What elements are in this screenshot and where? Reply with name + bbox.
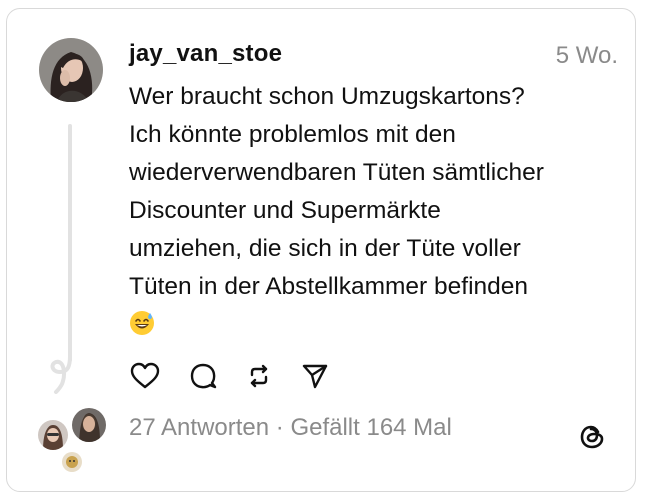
stats-separator: · [269,414,291,441]
post-stats: 27 Antworten · Gefällt 164 Mal [129,414,452,442]
post-text-line: Discounter und Supermärkte [129,197,441,224]
repost-icon [250,364,268,388]
post-text-line: wiederverwendbaren Tüten sämtlicher [129,159,544,186]
grinning-face-with-sweat-icon [130,311,154,335]
send-icon [302,364,328,389]
post-text-line: Ich könnte problemlos mit den [129,121,456,148]
threads-logo-icon[interactable] [577,422,607,452]
like-button[interactable] [129,360,161,392]
likes-count-link[interactable]: Gefällt 164 Mal [290,414,451,441]
reply-button[interactable] [187,360,219,392]
share-button[interactable] [299,360,331,392]
post-text-line: Tüten in der Abstellkammer befinden [129,273,529,300]
post-body: Wer braucht schon Umzugskartons? Ich kön… [129,78,619,344]
replies-count-link[interactable]: 27 Antworten [129,414,269,441]
replier-avatar[interactable] [36,418,70,452]
thread-line [68,124,72,362]
replier-avatar[interactable] [70,406,108,444]
post-timestamp[interactable]: 5 Wo. [556,42,618,70]
post-text-line-emoji [129,306,619,344]
author-avatar[interactable] [39,38,103,102]
thread-curl [50,354,72,394]
post-text-line: umziehen, die sich in der Tüte voller [129,235,521,262]
repost-button[interactable] [243,360,275,392]
post-text-line: Wer braucht schon Umzugskartons? [129,83,525,110]
comment-icon [190,363,217,389]
author-username[interactable]: jay_van_stoe [129,40,282,68]
replier-avatar[interactable] [60,450,84,474]
heart-icon [130,362,160,389]
